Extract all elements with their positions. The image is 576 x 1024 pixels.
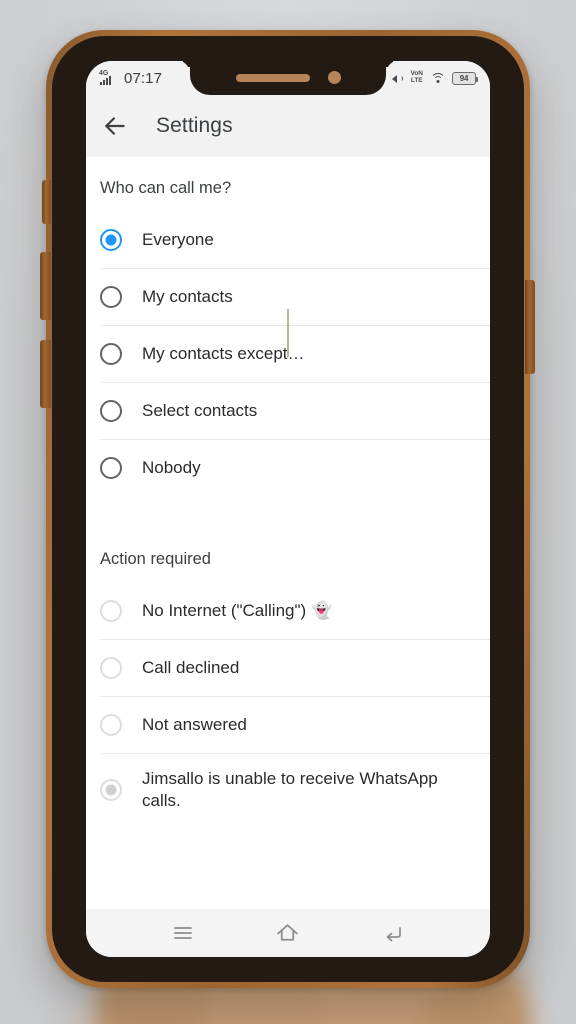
signal-bars	[100, 75, 111, 85]
home-icon[interactable]	[273, 918, 303, 948]
recents-menu-icon[interactable]	[168, 918, 198, 948]
option-label: No Internet ("Calling")	[142, 600, 307, 620]
radio-everyone[interactable]	[100, 229, 122, 251]
volume-down-button[interactable]	[40, 340, 51, 408]
radio-unable-to-receive[interactable]	[100, 779, 122, 801]
status-bar: 4G 07:17 VoN LTE 94	[86, 61, 490, 95]
silent-switch-button[interactable]	[42, 180, 51, 224]
option-label: Everyone	[142, 229, 214, 249]
status-bar-left: 4G 07:17	[99, 70, 162, 87]
option-label: My contacts	[142, 286, 233, 306]
text-cursor-artifact	[287, 309, 289, 357]
phone-screen: 4G 07:17 VoN LTE 94 Settings Who can cal…	[86, 61, 490, 957]
option-label: Not answered	[142, 714, 247, 734]
option-row-not-answered[interactable]: Not answered	[86, 697, 490, 753]
section-header-action-required: Action required	[100, 550, 211, 568]
option-row-call-declined[interactable]: Call declined	[86, 640, 490, 696]
page-title: Settings	[156, 114, 233, 137]
phone-device: 4G 07:17 VoN LTE 94 Settings Who can cal…	[40, 30, 535, 988]
option-row-select-contacts[interactable]: Select contacts	[86, 383, 490, 439]
ghost-emoji-icon: 👻	[310, 600, 333, 620]
radio-not-answered[interactable]	[100, 714, 122, 736]
option-label: My contacts except…	[142, 343, 305, 363]
radio-no-internet[interactable]	[100, 600, 122, 622]
option-label-wrapper: No Internet ("Calling") 👻	[142, 600, 332, 622]
option-label: Call declined	[142, 657, 240, 677]
option-row-no-internet[interactable]: No Internet ("Calling") 👻	[86, 583, 490, 639]
section-spacer	[86, 496, 490, 528]
back-icon[interactable]	[378, 918, 408, 948]
option-row-nobody[interactable]: Nobody	[86, 440, 490, 496]
status-bar-clock: 07:17	[124, 69, 163, 87]
wifi-icon	[430, 72, 445, 84]
battery-icon: 94	[452, 71, 478, 85]
volume-up-button[interactable]	[40, 252, 51, 320]
display-notch	[190, 61, 386, 95]
back-arrow-icon[interactable]	[102, 113, 128, 139]
radio-call-declined[interactable]	[100, 657, 122, 679]
option-row-everyone[interactable]: Everyone	[86, 212, 490, 268]
option-label: Select contacts	[142, 400, 258, 420]
radio-select-contacts[interactable]	[100, 400, 122, 422]
volte-line-2: LTE	[410, 77, 423, 84]
radio-nobody[interactable]	[100, 457, 122, 479]
radio-my-contacts[interactable]	[100, 286, 122, 308]
settings-content: Who can call me? Everyone My contacts My…	[86, 157, 490, 909]
front-camera	[327, 71, 341, 84]
option-label: Nobody	[142, 457, 201, 477]
power-button[interactable]	[525, 280, 535, 374]
radio-my-contacts-except[interactable]	[100, 343, 122, 365]
section-header-who-can-call-me: Who can call me?	[100, 179, 232, 197]
status-bar-right: VoN LTE 94	[392, 70, 478, 85]
earpiece-speaker	[235, 73, 310, 82]
system-navigation-bar	[86, 909, 490, 957]
signal-bars-icon: 4G	[99, 70, 118, 86]
option-label: Jimsallo is unable to receive WhatsApp c…	[142, 768, 438, 810]
option-row-unable-to-receive[interactable]: Jimsallo is unable to receive WhatsApp c…	[86, 754, 490, 826]
battery-level-label: 94	[459, 73, 469, 83]
app-bar: Settings	[86, 95, 490, 157]
volte-icon: VoN LTE	[410, 70, 423, 85]
